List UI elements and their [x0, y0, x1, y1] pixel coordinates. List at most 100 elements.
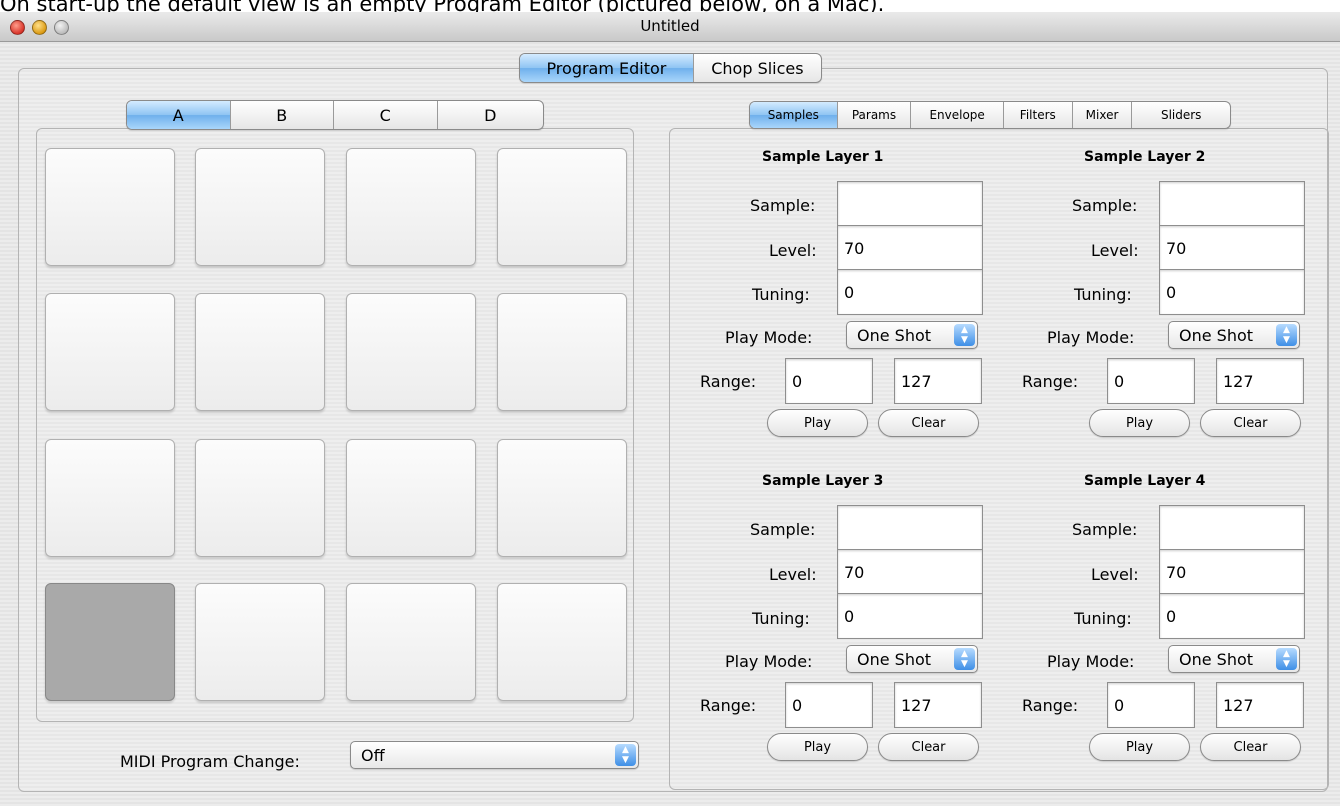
tab-program-editor[interactable]: Program Editor — [520, 54, 694, 82]
layer-2-range-low-field[interactable]: 0 — [1107, 358, 1195, 404]
layer-2-title: Sample Layer 2 — [1084, 149, 1206, 165]
layer-1-play-mode-value: One Shot — [857, 325, 932, 345]
main-tab-bar: Program Editor Chop Slices — [519, 53, 822, 83]
chevron-updown-icon: ▲ ▼ — [615, 744, 636, 766]
layer-1-level-field[interactable]: 70 — [837, 225, 983, 271]
drum-pad-7[interactable] — [346, 293, 476, 411]
drum-pad-4[interactable] — [497, 148, 627, 266]
bank-tab-bar: A B C D — [126, 100, 544, 130]
drum-pad-12[interactable] — [497, 439, 627, 557]
layer-4-range-high-field[interactable]: 127 — [1216, 682, 1304, 728]
tab-chop-slices[interactable]: Chop Slices — [694, 54, 821, 82]
layer-3-tuning-field[interactable]: 0 — [837, 593, 983, 639]
layer-1-title: Sample Layer 1 — [762, 149, 884, 165]
tab-bank-b[interactable]: B — [231, 101, 334, 129]
tab-filters[interactable]: Filters — [1004, 102, 1073, 128]
layer-2-play-mode-value: One Shot — [1179, 325, 1254, 345]
layer-1-range-label: Range: — [700, 372, 757, 391]
tab-bank-d[interactable]: D — [438, 101, 543, 129]
chevron-updown-icon: ▲ ▼ — [954, 324, 975, 346]
layer-3-clear-button[interactable]: Clear — [878, 733, 979, 761]
tab-mixer[interactable]: Mixer — [1073, 102, 1133, 128]
drum-pad-8[interactable] — [497, 293, 627, 411]
layer-1-play-mode-label: Play Mode: — [725, 328, 813, 347]
layer-2-sample-field[interactable] — [1159, 181, 1305, 227]
layer-4-play-mode-select[interactable]: One Shot ▲ ▼ — [1168, 645, 1300, 673]
layer-4-sample-field[interactable] — [1159, 505, 1305, 551]
layer-2-level-field[interactable]: 70 — [1159, 225, 1305, 271]
tab-params[interactable]: Params — [838, 102, 912, 128]
layer-4-tuning-field[interactable]: 0 — [1159, 593, 1305, 639]
drum-pad-6[interactable] — [195, 293, 325, 411]
layer-2-level-label: Level: — [1091, 241, 1139, 260]
layer-4-title: Sample Layer 4 — [1084, 473, 1206, 489]
layer-1-clear-button[interactable]: Clear — [878, 409, 979, 437]
layer-2-clear-button[interactable]: Clear — [1200, 409, 1301, 437]
layer-4-range-label: Range: — [1022, 696, 1079, 715]
layer-1-range-low-field[interactable]: 0 — [785, 358, 873, 404]
layer-3-level-label: Level: — [769, 565, 817, 584]
layer-4-level-field[interactable]: 70 — [1159, 549, 1305, 595]
layer-4-play-mode-value: One Shot — [1179, 649, 1254, 669]
layer-4-sample-label: Sample: — [1072, 520, 1138, 539]
layer-3-level-field[interactable]: 70 — [837, 549, 983, 595]
layer-2-play-button[interactable]: Play — [1089, 409, 1190, 437]
drum-pad-13[interactable] — [45, 583, 175, 701]
tab-samples[interactable]: Samples — [750, 102, 838, 128]
window-title: Untitled — [640, 17, 700, 35]
tab-envelope[interactable]: Envelope — [911, 102, 1004, 128]
tab-bank-a[interactable]: A — [127, 101, 231, 129]
layer-3-tuning-label: Tuning: — [752, 609, 810, 628]
layer-3-range-low-field[interactable]: 0 — [785, 682, 873, 728]
drum-pad-1[interactable] — [45, 148, 175, 266]
midi-program-change-select[interactable]: Off ▲ ▼ — [350, 741, 639, 769]
layer-4-range-low-field[interactable]: 0 — [1107, 682, 1195, 728]
layer-2-range-high-field[interactable]: 127 — [1216, 358, 1304, 404]
layer-1-tuning-field[interactable]: 0 — [837, 269, 983, 315]
layer-1-play-button[interactable]: Play — [767, 409, 868, 437]
layer-1-range-high-field[interactable]: 127 — [894, 358, 982, 404]
midi-program-change-value: Off — [361, 745, 385, 765]
drum-pad-9[interactable] — [45, 439, 175, 557]
drum-pad-15[interactable] — [346, 583, 476, 701]
drum-pad-16[interactable] — [497, 583, 627, 701]
layer-4-level-label: Level: — [1091, 565, 1139, 584]
layer-4-play-button[interactable]: Play — [1089, 733, 1190, 761]
layer-3-range-label: Range: — [700, 696, 757, 715]
drum-pad-14[interactable] — [195, 583, 325, 701]
layer-2-sample-label: Sample: — [1072, 196, 1138, 215]
app-window: Untitled Program Editor Chop Slices A B … — [0, 12, 1340, 806]
drum-pad-5[interactable] — [45, 293, 175, 411]
midi-program-change-label: MIDI Program Change: — [120, 752, 300, 771]
title-bar[interactable]: Untitled — [0, 12, 1340, 42]
layer-3-play-mode-label: Play Mode: — [725, 652, 813, 671]
drum-pad-10[interactable] — [195, 439, 325, 557]
editor-tab-bar: Samples Params Envelope Filters Mixer Sl… — [749, 101, 1231, 129]
layer-2-tuning-field[interactable]: 0 — [1159, 269, 1305, 315]
layer-2-play-mode-select[interactable]: One Shot ▲ ▼ — [1168, 321, 1300, 349]
chevron-updown-icon: ▲ ▼ — [1276, 648, 1297, 670]
layer-3-range-high-field[interactable]: 127 — [894, 682, 982, 728]
layer-3-play-mode-select[interactable]: One Shot ▲ ▼ — [846, 645, 978, 673]
chevron-updown-icon: ▲ ▼ — [954, 648, 975, 670]
drum-pad-11[interactable] — [346, 439, 476, 557]
layer-3-sample-field[interactable] — [837, 505, 983, 551]
layer-1-sample-field[interactable] — [837, 181, 983, 227]
layer-3-title: Sample Layer 3 — [762, 473, 884, 489]
layer-3-play-button[interactable]: Play — [767, 733, 868, 761]
layer-1-play-mode-select[interactable]: One Shot ▲ ▼ — [846, 321, 978, 349]
layer-4-tuning-label: Tuning: — [1074, 609, 1132, 628]
layer-3-sample-label: Sample: — [750, 520, 816, 539]
drum-pad-2[interactable] — [195, 148, 325, 266]
layer-2-play-mode-label: Play Mode: — [1047, 328, 1135, 347]
drum-pad-3[interactable] — [346, 148, 476, 266]
layer-2-range-label: Range: — [1022, 372, 1079, 391]
layer-4-play-mode-label: Play Mode: — [1047, 652, 1135, 671]
layer-1-sample-label: Sample: — [750, 196, 816, 215]
layer-4-clear-button[interactable]: Clear — [1200, 733, 1301, 761]
layer-1-tuning-label: Tuning: — [752, 285, 810, 304]
tab-sliders[interactable]: Sliders — [1132, 102, 1230, 128]
tab-bank-c[interactable]: C — [334, 101, 438, 129]
chevron-updown-icon: ▲ ▼ — [1276, 324, 1297, 346]
layer-1-level-label: Level: — [769, 241, 817, 260]
